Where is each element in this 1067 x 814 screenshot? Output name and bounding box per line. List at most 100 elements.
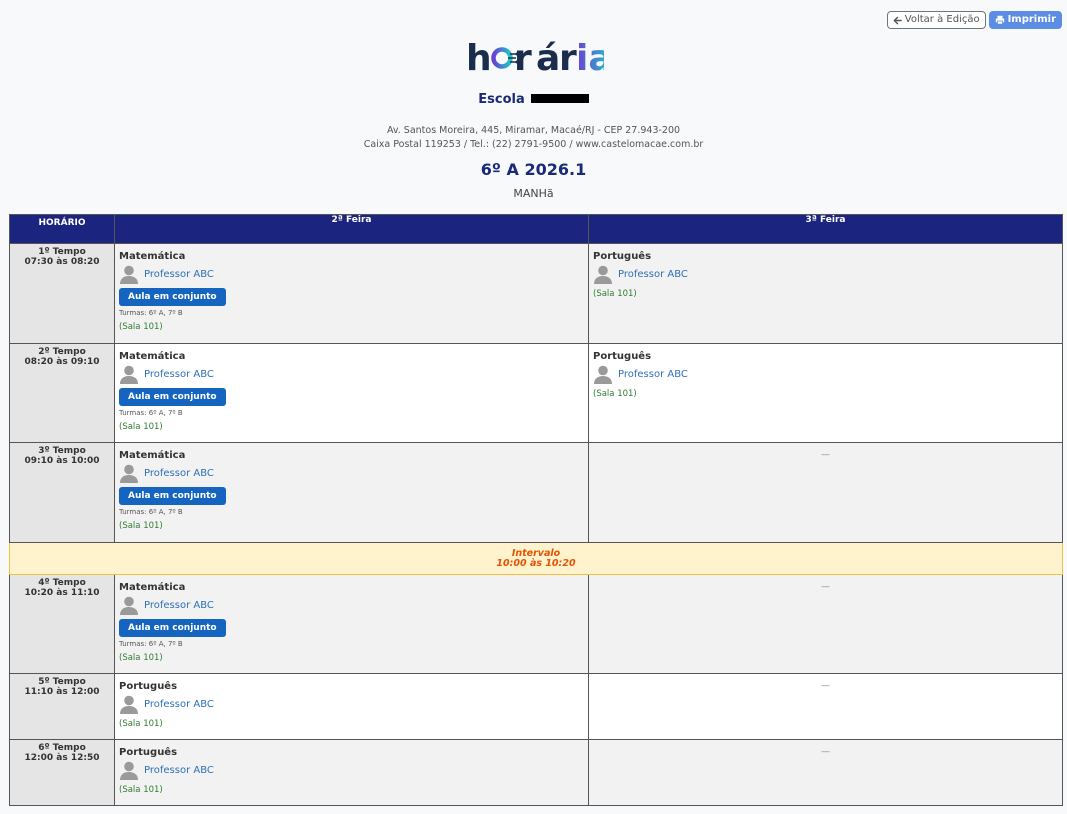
user-icon xyxy=(120,695,138,714)
interval-label: Intervalo xyxy=(511,547,561,559)
svg-text:r: r xyxy=(514,38,532,79)
room-label: (Sala 101) xyxy=(119,653,163,663)
teacher-name[interactable]: Professor ABC xyxy=(618,369,688,380)
period-label: 4º Tempo xyxy=(38,578,86,588)
teacher: Professor ABC xyxy=(119,694,584,714)
period-label: 6º Tempo xyxy=(38,743,86,753)
schedule-title: 6º A 2026.1 xyxy=(480,160,587,179)
joint-class-badge[interactable]: Aula em conjunto xyxy=(119,487,226,505)
joint-class-badge[interactable]: Aula em conjunto xyxy=(119,288,226,306)
svg-text:ia: ia xyxy=(576,38,604,79)
teacher: Professor ABC xyxy=(593,264,1058,284)
period-time: 10:20 às 11:10 xyxy=(24,588,100,598)
teacher: Professor ABC xyxy=(119,760,584,780)
arrow-left-icon xyxy=(893,16,902,25)
school-contact: Caixa Postal 119253 / Tel.: (22) 2791-95… xyxy=(363,139,704,150)
subject: Matemática xyxy=(119,251,186,262)
lesson-cell[interactable]: Português Professor ABC (Sala 101) xyxy=(588,243,1063,344)
empty-mark: — xyxy=(821,582,830,592)
school-address: Av. Santos Moreira, 445, Miramar, Macaé/… xyxy=(386,125,681,136)
time-cell: 1º Tempo 07:30 às 08:20 xyxy=(9,243,115,344)
subject: Matemática xyxy=(119,351,186,362)
lesson-cell[interactable]: Português Professor ABC (Sala 101) xyxy=(114,673,589,740)
room-label: (Sala 101) xyxy=(119,422,163,432)
period-time: 08:20 às 09:10 xyxy=(24,357,100,367)
classes-list: Turmas: 6º A, 7º B xyxy=(119,640,183,648)
period-time: 09:10 às 10:00 xyxy=(24,456,100,466)
time-cell: 2º Tempo 08:20 às 09:10 xyxy=(9,343,115,443)
room-label: (Sala 101) xyxy=(119,322,163,332)
empty-lesson-cell: — xyxy=(588,673,1063,740)
lesson-cell[interactable]: Matemática Professor ABC Aula em conjunt… xyxy=(114,442,589,543)
lesson-cell[interactable]: Matemática Professor ABC Aula em conjunt… xyxy=(114,243,589,344)
time-cell: 3º Tempo 09:10 às 10:00 xyxy=(9,442,115,543)
user-icon xyxy=(120,596,138,615)
period-label: 1º Tempo xyxy=(38,247,86,257)
user-icon xyxy=(120,365,138,384)
room-label: (Sala 101) xyxy=(593,389,637,399)
lesson-cell[interactable]: Matemática Professor ABC Aula em conjunt… xyxy=(114,343,589,443)
table-row: 6º Tempo 12:00 às 12:50 Português Profes… xyxy=(9,739,1063,806)
subject: Português xyxy=(593,351,652,362)
teacher: Professor ABC xyxy=(119,364,584,384)
teacher-name[interactable]: Professor ABC xyxy=(144,369,214,380)
lesson-cell[interactable]: Matemática Professor ABC Aula em conjunt… xyxy=(114,574,589,674)
table-row: 2º Tempo 08:20 às 09:10 Matemática Profe… xyxy=(9,343,1063,443)
user-icon xyxy=(594,365,612,384)
lesson-cell[interactable]: Português Professor ABC (Sala 101) xyxy=(114,739,589,806)
subject: Português xyxy=(119,681,178,692)
period-label: 2º Tempo xyxy=(38,347,86,357)
horaria-logo: h r á r ia xyxy=(0,36,1067,80)
back-to-edit-label: Voltar à Edição xyxy=(904,14,980,25)
period-time: 11:10 às 12:00 xyxy=(24,687,100,697)
teacher-name[interactable]: Professor ABC xyxy=(144,600,214,611)
timetable: HORÁRIO 2ª Feira 3ª Feira 1º Tempo 07:30… xyxy=(9,214,1063,806)
teacher-name[interactable]: Professor ABC xyxy=(618,269,688,280)
joint-class-badge[interactable]: Aula em conjunto xyxy=(119,619,226,637)
top-toolbar: Voltar à Edição Imprimir xyxy=(886,11,1062,29)
teacher: Professor ABC xyxy=(119,264,584,284)
svg-text:h: h xyxy=(466,38,492,79)
teacher-name[interactable]: Professor ABC xyxy=(144,468,214,479)
time-cell: 6º Tempo 12:00 às 12:50 xyxy=(9,739,115,806)
classes-list: Turmas: 6º A, 7º B xyxy=(119,508,183,516)
interval-time: 10:00 às 10:20 xyxy=(496,557,576,569)
subject: Matemática xyxy=(119,450,186,461)
room-label: (Sala 101) xyxy=(119,785,163,795)
user-icon xyxy=(120,464,138,483)
period-time: 07:30 às 08:20 xyxy=(24,257,100,267)
empty-lesson-cell: — xyxy=(588,442,1063,543)
teacher: Professor ABC xyxy=(119,463,584,483)
period-time: 12:00 às 12:50 xyxy=(24,753,100,763)
teacher-name[interactable]: Professor ABC xyxy=(144,699,214,710)
table-row: 4º Tempo 10:20 às 11:10 Matemática Profe… xyxy=(9,574,1063,674)
lesson-cell[interactable]: Português Professor ABC (Sala 101) xyxy=(588,343,1063,443)
joint-class-badge[interactable]: Aula em conjunto xyxy=(119,388,226,406)
time-cell: 5º Tempo 11:10 às 12:00 xyxy=(9,673,115,740)
room-label: (Sala 101) xyxy=(593,289,637,299)
school-name: Escola xyxy=(0,92,1067,107)
teacher-name[interactable]: Professor ABC xyxy=(144,765,214,776)
subject: Matemática xyxy=(119,582,186,593)
empty-mark: — xyxy=(821,450,830,460)
header-monday: 2ª Feira xyxy=(114,214,589,244)
teacher: Professor ABC xyxy=(593,364,1058,384)
teacher-name[interactable]: Professor ABC xyxy=(144,269,214,280)
room-label: (Sala 101) xyxy=(119,521,163,531)
period-label: 3º Tempo xyxy=(38,446,86,456)
back-to-edit-button[interactable]: Voltar à Edição xyxy=(886,11,986,29)
svg-text:r: r xyxy=(559,38,577,79)
interval-row: Intervalo 10:00 às 10:20 xyxy=(9,542,1063,575)
schedule-shift: MANHã xyxy=(513,187,554,200)
empty-mark: — xyxy=(821,681,830,691)
subject: Português xyxy=(119,747,178,758)
interval-cell: Intervalo 10:00 às 10:20 xyxy=(9,542,1063,575)
classes-list: Turmas: 6º A, 7º B xyxy=(119,309,183,317)
room-label: (Sala 101) xyxy=(119,719,163,729)
subject: Português xyxy=(593,251,652,262)
header-tuesday: 3ª Feira xyxy=(588,214,1063,244)
redacted-name xyxy=(530,94,589,103)
print-button[interactable]: Imprimir xyxy=(988,11,1062,29)
printer-icon xyxy=(995,15,1005,25)
empty-lesson-cell: — xyxy=(588,739,1063,806)
